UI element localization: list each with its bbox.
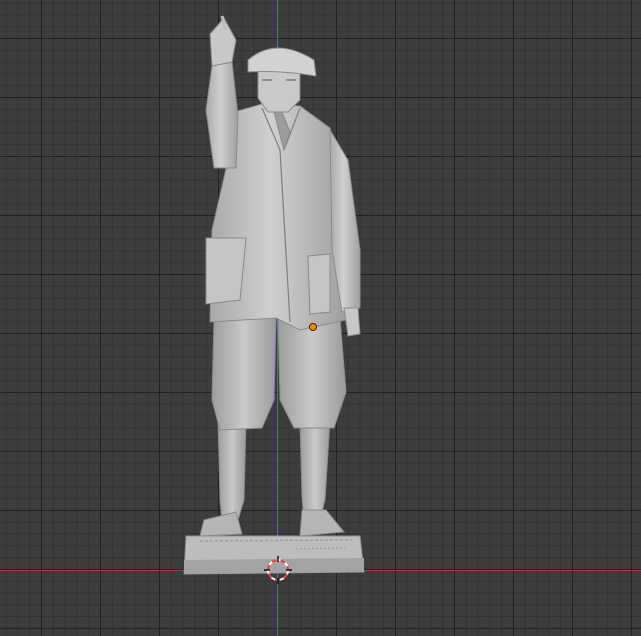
statue-trousers [211,317,347,431]
statue-base [183,535,365,575]
statue-mesh[interactable] [0,0,641,636]
statue-raised-arm [205,15,239,169]
origin-dot[interactable] [309,323,317,331]
3d-viewport[interactable] [0,0,641,636]
statue-head [247,47,317,113]
statue-legs [199,419,345,537]
